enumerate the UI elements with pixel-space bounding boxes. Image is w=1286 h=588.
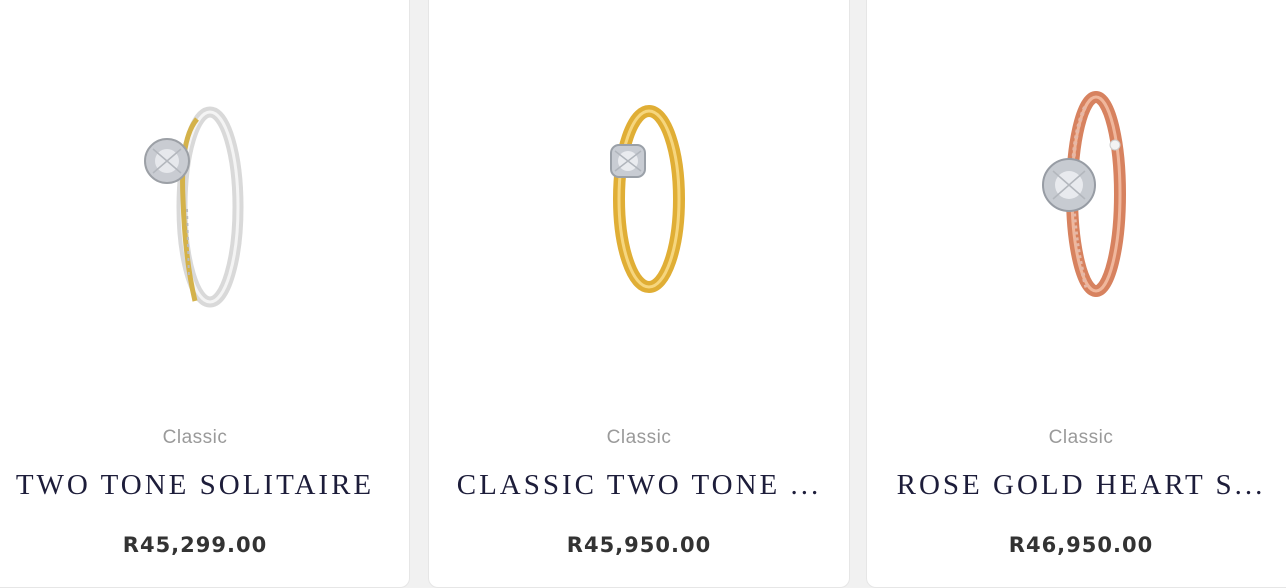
- two-tone-ring-icon: [144, 106, 244, 308]
- product-category: Classic: [162, 427, 228, 448]
- product-image[interactable]: [429, 89, 849, 319]
- product-price: R45,950.00: [566, 533, 712, 557]
- product-image[interactable]: [867, 89, 1286, 319]
- rose-gold-ring-icon: [1042, 91, 1126, 297]
- product-card[interactable]: Classic TWO TONE SOLITAIRE R45,299.00: [0, 0, 410, 588]
- product-category: Classic: [606, 427, 672, 448]
- yellow-gold-ring-icon: [610, 105, 685, 293]
- product-name[interactable]: ROSE GOLD HEART S...: [883, 469, 1279, 502]
- product-name[interactable]: TWO TONE SOLITAIRE: [0, 469, 393, 502]
- product-price: R45,299.00: [122, 533, 268, 557]
- product-image[interactable]: [0, 89, 409, 319]
- product-card[interactable]: Classic ROSE GOLD HEART S... R46,950.00: [866, 0, 1286, 588]
- product-name[interactable]: CLASSIC TWO TONE ...: [445, 469, 833, 502]
- product-price: R46,950.00: [1008, 533, 1154, 557]
- product-category: Classic: [1048, 427, 1114, 448]
- product-card[interactable]: Classic CLASSIC TWO TONE ... R45,950.00: [428, 0, 850, 588]
